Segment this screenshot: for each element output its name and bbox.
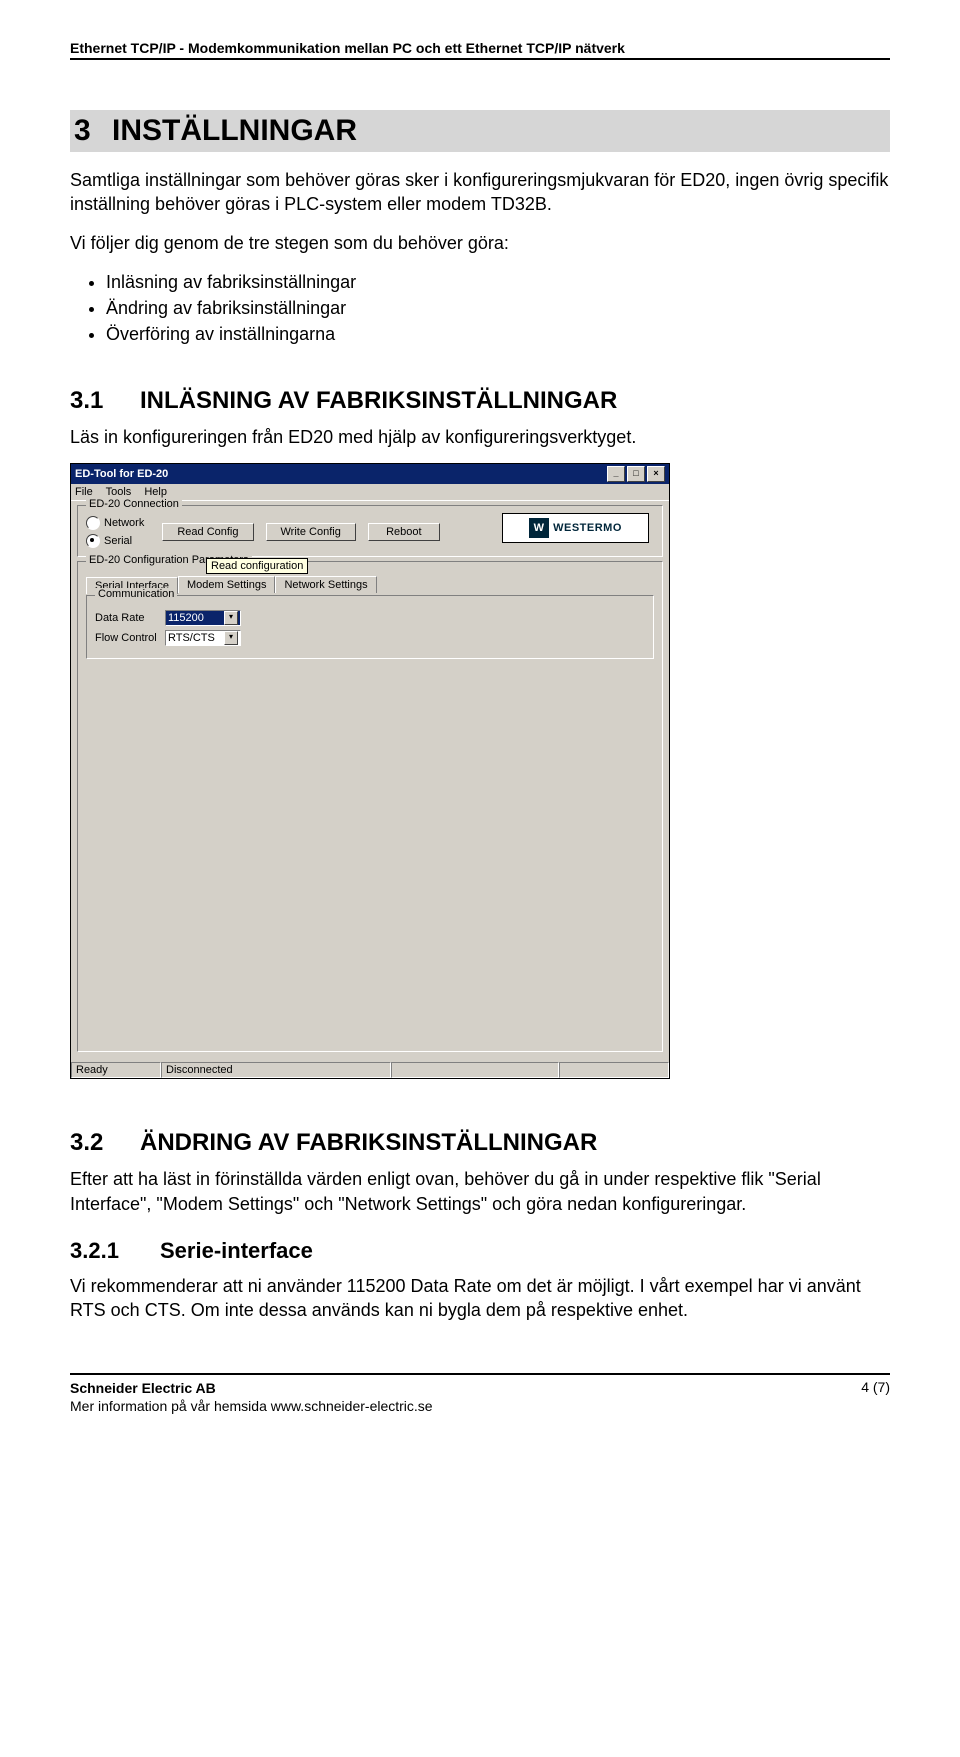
- section31-para: Läs in konfigureringen från ED20 med hjä…: [70, 425, 890, 449]
- data-rate-label: Data Rate: [95, 612, 159, 624]
- communication-group-title: Communication: [95, 588, 177, 600]
- heading-3-2-title: ÄNDRING AV FABRIKSINSTÄLLNINGAR: [140, 1129, 597, 1156]
- page-footer: Schneider Electric AB Mer information på…: [70, 1373, 890, 1415]
- write-config-button[interactable]: Write Config: [266, 523, 356, 541]
- heading-3-2-1: 3.2.1Serie-interface: [70, 1238, 890, 1264]
- maximize-icon[interactable]: □: [627, 466, 645, 482]
- edtool-window: ED-Tool for ED-20 _ □ × File Tools Help …: [70, 463, 670, 1079]
- radio-icon: [86, 534, 100, 548]
- chevron-down-icon: ▾: [224, 611, 238, 625]
- read-config-tooltip: Read configuration: [206, 558, 308, 574]
- connection-group: ED-20 Connection Network Serial Read Con…: [77, 505, 663, 557]
- section321-para: Vi rekommenderar att ni använder 115200 …: [70, 1274, 890, 1323]
- radio-network[interactable]: Network: [86, 516, 144, 530]
- radio-icon: [86, 516, 100, 530]
- heading-3: 3INSTÄLLNINGAR: [70, 110, 890, 152]
- tab-modem-settings[interactable]: Modem Settings: [178, 576, 275, 593]
- radio-network-label: Network: [104, 517, 144, 529]
- section3-para2: Vi följer dig genom de tre stegen som du…: [70, 231, 890, 255]
- chevron-down-icon: ▾: [224, 631, 238, 645]
- heading-3-1-number: 3.1: [70, 387, 140, 415]
- flow-control-select[interactable]: RTS/CTS ▾: [165, 630, 241, 646]
- section3-bullets: Inläsning av fabriksinställningar Ändrin…: [88, 269, 890, 347]
- heading-3-2: 3.2ÄNDRING AV FABRIKSINSTÄLLNINGAR: [70, 1129, 890, 1157]
- empty-panel: [86, 663, 654, 1043]
- heading-3-1: 3.1INLÄSNING AV FABRIKSINSTÄLLNINGAR: [70, 387, 890, 415]
- reboot-button[interactable]: Reboot: [368, 523, 440, 541]
- bullet-item: Inläsning av fabriksinställningar: [106, 269, 890, 295]
- heading-3-2-1-number: 3.2.1: [70, 1238, 160, 1264]
- status-empty: [391, 1062, 559, 1078]
- close-icon[interactable]: ×: [647, 466, 665, 482]
- status-empty: [559, 1062, 669, 1078]
- footer-line2: Mer information på vår hemsida www.schne…: [70, 1397, 433, 1415]
- edtool-titlebar: ED-Tool for ED-20 _ □ ×: [71, 464, 669, 484]
- tab-network-settings[interactable]: Network Settings: [275, 576, 376, 593]
- data-rate-select[interactable]: 115200 ▾: [165, 610, 241, 626]
- edtool-title-text: ED-Tool for ED-20: [75, 468, 168, 480]
- heading-3-title: INSTÄLLNINGAR: [112, 114, 357, 147]
- communication-group: Communication Data Rate 115200 ▾ Flow Co…: [86, 595, 654, 659]
- status-connection: Disconnected: [161, 1062, 391, 1078]
- footer-page-number: 4 (7): [861, 1379, 890, 1415]
- section3-para1: Samtliga inställningar som behöver göras…: [70, 168, 890, 217]
- radio-serial[interactable]: Serial: [86, 534, 144, 548]
- statusbar: Ready Disconnected: [71, 1062, 669, 1078]
- heading-3-2-1-title: Serie-interface: [160, 1238, 313, 1263]
- menu-tools[interactable]: Tools: [106, 486, 132, 498]
- footer-company: Schneider Electric AB: [70, 1379, 433, 1397]
- heading-3-2-number: 3.2: [70, 1129, 140, 1157]
- minimize-icon[interactable]: _: [607, 466, 625, 482]
- running-header: Ethernet TCP/IP - Modemkommunikation mel…: [70, 40, 890, 60]
- flow-control-label: Flow Control: [95, 632, 159, 644]
- config-params-group: ED-20 Configuration Parameters Serial In…: [77, 561, 663, 1052]
- bullet-item: Överföring av inställningarna: [106, 321, 890, 347]
- data-rate-value: 115200: [168, 612, 204, 624]
- flow-control-value: RTS/CTS: [168, 632, 215, 644]
- radio-serial-label: Serial: [104, 535, 132, 547]
- menu-file[interactable]: File: [75, 486, 93, 498]
- connection-group-title: ED-20 Connection: [86, 498, 182, 510]
- menu-help[interactable]: Help: [144, 486, 167, 498]
- heading-3-number: 3: [74, 114, 112, 148]
- bullet-item: Ändring av fabriksinställningar: [106, 295, 890, 321]
- read-config-button[interactable]: Read Config: [162, 523, 253, 541]
- section32-para: Efter att ha läst in förinställda värden…: [70, 1167, 890, 1216]
- heading-3-1-title: INLÄSNING AV FABRIKSINSTÄLLNINGAR: [140, 387, 617, 414]
- status-ready: Ready: [71, 1062, 161, 1078]
